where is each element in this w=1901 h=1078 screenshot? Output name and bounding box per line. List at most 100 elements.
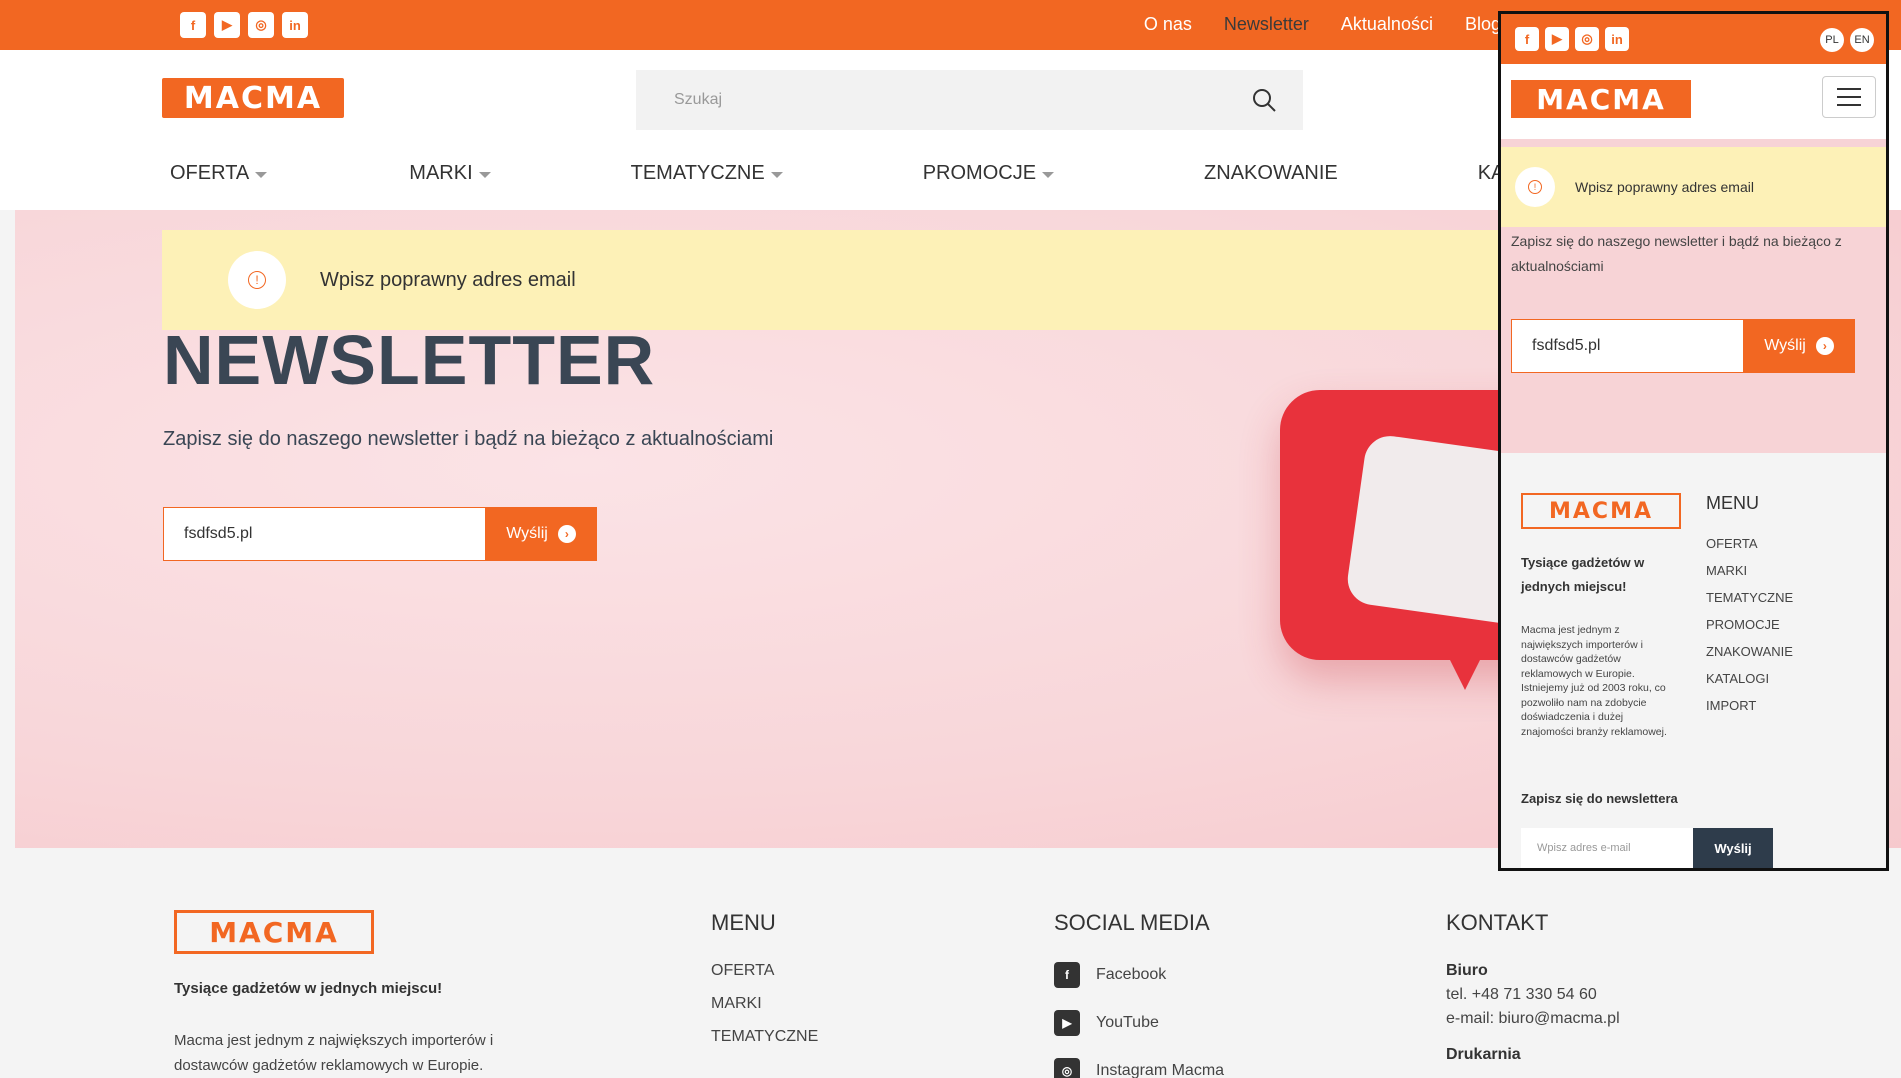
mobile-footer-submit-button[interactable]: Wyślij [1693, 828, 1773, 868]
chevron-down-icon [255, 171, 268, 178]
top-nav-o-nas[interactable]: O nas [1144, 14, 1192, 35]
mobile-footer-description: Macma jest jednym z największych importe… [1521, 624, 1667, 738]
exclamation-icon: ! [248, 271, 266, 289]
footer-menu-item[interactable]: OFERTA [711, 962, 818, 980]
facebook-icon[interactable]: f [1515, 27, 1539, 51]
macma-logo[interactable]: MACMA [162, 78, 344, 118]
youtube-icon[interactable]: ▶ [214, 12, 240, 38]
youtube-icon[interactable]: ▶ [1545, 27, 1569, 51]
mobile-social-links: f ▶ ◎ in [1515, 27, 1629, 51]
mobile-footer-menu-item[interactable]: MARKI [1706, 563, 1793, 578]
mobile-validation-alert: ! Wpisz poprawny adres email [1501, 147, 1886, 227]
arrow-right-icon: › [1815, 337, 1834, 355]
lang-pl[interactable]: PL [1820, 28, 1844, 52]
facebook-icon[interactable]: f [180, 12, 206, 38]
top-nav-aktualnosci[interactable]: Aktualności [1341, 14, 1433, 35]
footer-social-instagram[interactable]: ◎ Instagram Macma [1054, 1058, 1224, 1078]
facebook-icon: f [1054, 962, 1080, 988]
mobile-top-bar: f ▶ ◎ in PL EN [1501, 14, 1886, 64]
mobile-email-field[interactable]: fsdfsd5.pl [1511, 319, 1743, 373]
chevron-down-icon [478, 171, 491, 178]
nav-promocje-label: PROMOCJE [922, 162, 1037, 184]
message-bubble-tail [1435, 630, 1495, 690]
footer-logo[interactable]: MACMA [174, 910, 374, 954]
nav-tematyczne[interactable]: TEMATYCZNE [631, 162, 783, 185]
instagram-icon: ◎ [1054, 1058, 1080, 1078]
nav-promocje[interactable]: PROMOCJE [922, 162, 1055, 185]
mobile-header: MACMA [1501, 64, 1886, 139]
exclamation-icon: ! [1528, 180, 1542, 194]
footer-social-label: Instagram Macma [1096, 1062, 1225, 1078]
footer-social-youtube[interactable]: ▶ YouTube [1054, 1010, 1224, 1036]
footer-social-label: YouTube [1096, 1014, 1159, 1031]
email-field[interactable]: fsdfsd5.pl [163, 507, 485, 561]
lang-en[interactable]: EN [1850, 28, 1874, 52]
contact-print-label: Drukarnia [1446, 1046, 1521, 1063]
newsletter-form: fsdfsd5.pl Wyślij › [163, 507, 597, 561]
nav-znakowanie-label: ZNAKOWANIE [1204, 162, 1338, 184]
mobile-submit-label: Wyślij [1764, 337, 1806, 354]
contact-email[interactable]: e-mail: biuro@macma.pl [1446, 1010, 1620, 1028]
mobile-newsletter-form: fsdfsd5.pl Wyślij › [1511, 319, 1855, 373]
mobile-footer-menu-item[interactable]: PROMOCJE [1706, 617, 1793, 632]
submit-button[interactable]: Wyślij › [485, 507, 597, 561]
footer-tagline: Tysiące gadżetów w jednych miejscu! [174, 980, 443, 997]
submit-button-label: Wyślij [506, 525, 548, 542]
mobile-footer-menu-item[interactable]: OFERTA [1706, 536, 1793, 551]
footer-menu-item[interactable]: MARKI [711, 995, 818, 1013]
language-switcher: PL EN [1820, 28, 1874, 52]
top-nav: O nas Newsletter Aktualności Blog [1144, 14, 1501, 35]
hamburger-menu-icon[interactable] [1822, 76, 1876, 118]
footer-menu: MENU OFERTA MARKI TEMATYCZNE [711, 910, 818, 1061]
mobile-subtitle: Zapisz się do naszego newsletter i bądź … [1511, 233, 1842, 274]
footer-contact: KONTAKT Biuro tel. +48 71 330 54 60 e-ma… [1446, 910, 1620, 1070]
search-input[interactable]: Szukaj [674, 91, 1251, 109]
top-nav-newsletter[interactable]: Newsletter [1224, 14, 1309, 35]
site-footer: MACMA Tysiące gadżetów w jednych miejscu… [0, 848, 1901, 1078]
main-nav: OFERTA MARKI TEMATYCZNE PROMOCJE ZNAKOWA… [170, 162, 1696, 185]
mobile-submit-button[interactable]: Wyślij › [1743, 319, 1855, 373]
nav-znakowanie[interactable]: ZNAKOWANIE [1204, 162, 1338, 185]
mobile-footer-menu-item[interactable]: KATALOGI [1706, 671, 1793, 686]
instagram-icon[interactable]: ◎ [248, 12, 274, 38]
mobile-footer-email-field[interactable]: Wpisz adres e-mail [1521, 828, 1693, 868]
linkedin-icon[interactable]: in [282, 12, 308, 38]
hero-subtitle: Zapisz się do naszego newsletter i bądź … [163, 428, 774, 450]
instagram-icon[interactable]: ◎ [1575, 27, 1599, 51]
mobile-footer-newsletter-form: Wpisz adres e-mail Wyślij [1521, 828, 1773, 868]
nav-marki[interactable]: MARKI [409, 162, 491, 185]
mobile-newsletter-title: Zapisz się do newslettera [1521, 791, 1678, 806]
alert-icon-wrap: ! [228, 251, 286, 309]
footer-menu-title: MENU [711, 910, 776, 935]
mobile-preview: f ▶ ◎ in PL EN MACMA ! Wpisz poprawny ad… [1498, 11, 1889, 871]
nav-oferta[interactable]: OFERTA [170, 162, 268, 185]
mobile-footer-menu-item[interactable]: ZNAKOWANIE [1706, 644, 1793, 659]
mobile-logo[interactable]: MACMA [1511, 80, 1691, 118]
contact-office-label: Biuro [1446, 962, 1488, 979]
search-icon[interactable] [1251, 87, 1277, 113]
youtube-icon: ▶ [1054, 1010, 1080, 1036]
contact-phone[interactable]: tel. +48 71 330 54 60 [1446, 986, 1620, 1004]
mobile-footer-logo[interactable]: MACMA [1521, 493, 1681, 529]
footer-description: Macma jest jednym z największych importe… [174, 1032, 494, 1074]
chevron-down-icon [770, 171, 783, 178]
footer-social-label: Facebook [1096, 966, 1167, 983]
page-title: NEWSLETTER [163, 321, 656, 399]
footer-social: SOCIAL MEDIA f Facebook ▶ YouTube ◎ Instagr… [1054, 910, 1224, 1078]
footer-social-facebook[interactable]: f Facebook [1054, 962, 1224, 988]
top-nav-blog[interactable]: Blog [1465, 14, 1501, 35]
nav-tematyczne-label: TEMATYCZNE [630, 162, 765, 184]
mobile-footer-tagline: Tysiące gadżetów w jednych miejscu! [1521, 555, 1645, 594]
top-social-links: f ▶ ◎ in [180, 12, 308, 38]
search-bar[interactable]: Szukaj [636, 70, 1303, 130]
footer-menu-item[interactable]: TEMATYCZNE [711, 1028, 818, 1046]
footer-contact-title: KONTAKT [1446, 910, 1549, 935]
footer-social-title: SOCIAL MEDIA [1054, 910, 1210, 935]
mobile-footer-menu-title: MENU [1706, 493, 1759, 513]
alert-icon-wrap: ! [1515, 167, 1555, 207]
mobile-footer-menu-item[interactable]: IMPORT [1706, 698, 1793, 713]
linkedin-icon[interactable]: in [1605, 27, 1629, 51]
nav-oferta-label: OFERTA [170, 162, 250, 184]
mobile-footer-menu-item[interactable]: TEMATYCZNE [1706, 590, 1793, 605]
chevron-down-icon [1042, 171, 1055, 178]
